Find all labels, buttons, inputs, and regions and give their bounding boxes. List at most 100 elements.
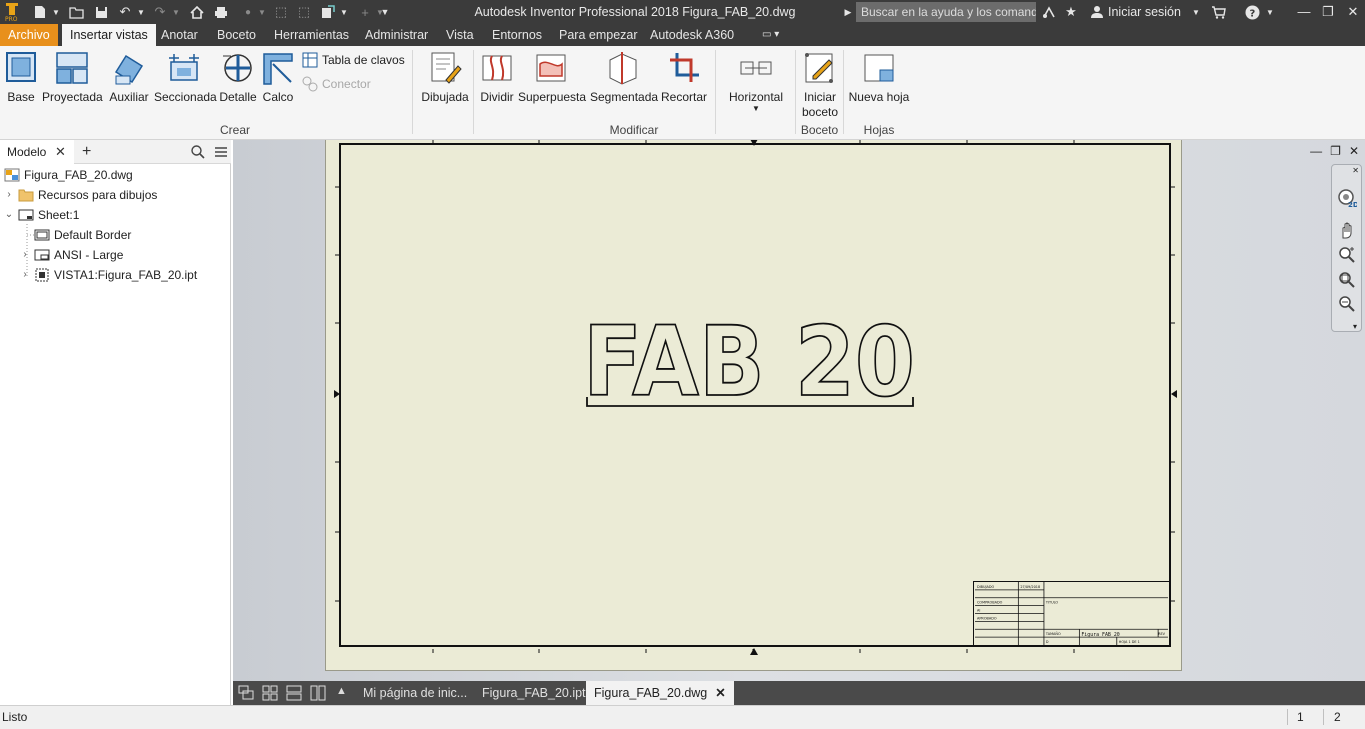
ribbon-separator (795, 50, 796, 134)
tab-manage[interactable]: Administrar (357, 24, 436, 46)
new-dropdown-icon[interactable]: ▼ (50, 3, 62, 21)
break-button[interactable]: Dividir (478, 50, 516, 105)
horizontal-align-button[interactable]: Horizontal ▼ (724, 50, 788, 113)
title-block: DIBUJADO 27/09/2018 COMPROBADO AI APROBA… (973, 581, 1169, 645)
draft-view-button[interactable]: Dibujada (420, 50, 470, 105)
tile-horizontal-icon[interactable] (286, 685, 302, 701)
cascade-windows-icon[interactable] (238, 685, 254, 701)
undo-dropdown-icon[interactable]: ▼ (135, 3, 147, 21)
document-tabs-bar: ▲ Mi página de inic... Figura_FAB_20.ipt… (233, 681, 1365, 705)
tile-vertical-icon[interactable] (310, 685, 326, 701)
break-out-button[interactable]: Superpuesta (518, 50, 586, 105)
close-icon[interactable]: ✕ (1341, 0, 1365, 24)
tab-environments[interactable]: Entornos (484, 24, 550, 46)
detail-view-button[interactable]: Detalle (218, 50, 258, 105)
canvas-close-icon[interactable]: ✕ (1349, 144, 1359, 158)
base-view-button[interactable]: Base (4, 50, 38, 105)
zoom-all-icon[interactable] (1338, 271, 1356, 289)
open-folder-icon[interactable] (66, 3, 86, 21)
doc-tab-ipt[interactable]: Figura_FAB_20.ipt (474, 681, 594, 705)
canvas-minimize-icon[interactable]: — (1310, 144, 1322, 158)
tab-insert-views[interactable]: Insertar vistas (62, 24, 156, 46)
measure-icon[interactable]: ⬚ (271, 3, 291, 21)
signin-dropdown-icon[interactable]: ▼ (1190, 3, 1202, 21)
zoom-icon[interactable] (1338, 246, 1356, 264)
overlay-calco-button[interactable]: Calco (260, 50, 296, 105)
help-dropdown-icon[interactable]: ▼ (1264, 3, 1276, 21)
tree-label: Sheet:1 (38, 208, 80, 222)
start-sketch-button[interactable]: Iniciar boceto (800, 50, 840, 120)
redo-icon[interactable]: ↷ (150, 3, 170, 21)
inventor-logo-icon[interactable]: PRO (4, 2, 20, 22)
home-icon[interactable] (187, 3, 207, 21)
restore-icon[interactable]: ❐ (1316, 0, 1340, 24)
material-icon[interactable]: ● (238, 3, 258, 21)
appearance-icon[interactable]: ⬚ (294, 3, 314, 21)
crop-button[interactable]: Recortar (660, 50, 708, 105)
help-icon[interactable]: ? (1243, 3, 1261, 21)
drawing-view-fab20[interactable]: FAB 20 (581, 315, 921, 410)
binoculars-icon[interactable] (1040, 3, 1058, 21)
hamburger-menu-icon[interactable] (213, 144, 229, 160)
canvas-window-controls: — ❐ ✕ (1310, 144, 1359, 158)
section-view-button[interactable]: Seccionada (154, 50, 217, 105)
tree-item-border[interactable]: Default Border (34, 225, 131, 245)
save-icon[interactable] (91, 3, 111, 21)
tree-item-document[interactable]: Figura_FAB_20.dwg (4, 165, 133, 185)
export-dropdown-icon[interactable]: ▼ (338, 3, 350, 21)
collapse-arrow-icon[interactable]: ⌄ (4, 205, 14, 225)
graphics-canvas[interactable]: FAB 20 DIBUJADO 27/09/2018 COMPROBADO AI… (233, 140, 1365, 681)
add-browser-icon[interactable]: + (82, 140, 91, 164)
close-icon[interactable]: ✕ (55, 140, 66, 164)
tab-get-started[interactable]: Para empezar (551, 24, 646, 46)
border-zone-ticks (334, 140, 1177, 655)
tab-view[interactable]: Vista (438, 24, 482, 46)
tab-sketch[interactable]: Boceto (209, 24, 264, 46)
help-search-input[interactable]: Buscar en la ayuda y los comandos (856, 2, 1036, 22)
doc-tab-home[interactable]: Mi página de inic... (355, 681, 475, 705)
ribbon-display-toggle-icon[interactable]: ▭ ▾ (754, 24, 787, 46)
tree-item-view1[interactable]: › VISTA1:Figura_FAB_20.ipt (20, 265, 197, 285)
tree-item-sheet[interactable]: ⌄ Sheet:1 (4, 205, 80, 225)
redo-dropdown-icon[interactable]: ▼ (170, 3, 182, 21)
close-tab-icon[interactable]: ✕ (715, 686, 725, 700)
store-cart-icon[interactable] (1208, 3, 1228, 21)
slice-icon (609, 52, 637, 85)
tabs-menu-icon[interactable]: ▲ (336, 685, 347, 697)
tree-item-resources[interactable]: › Recursos para dibujos (4, 185, 157, 205)
auxiliary-view-label: Auxiliar (109, 90, 149, 104)
print-icon[interactable] (211, 3, 231, 21)
tab-tools[interactable]: Herramientas (266, 24, 357, 46)
hole-table-button[interactable]: Tabla de clavos (302, 52, 405, 68)
search-expand-icon[interactable]: ▶ (843, 3, 853, 21)
slice-button[interactable]: Segmentada (590, 50, 658, 105)
customize-qat-icon[interactable]: ▼ (378, 3, 392, 21)
material-dropdown-icon[interactable]: ▼ (256, 3, 268, 21)
tab-file[interactable]: Archivo (0, 24, 58, 46)
doc-tab-dwg[interactable]: Figura_FAB_20.dwg ✕ (586, 681, 734, 705)
zoom-window-icon[interactable] (1338, 295, 1356, 313)
tile-windows-icon[interactable] (262, 685, 278, 701)
canvas-restore-icon[interactable]: ❐ (1330, 144, 1341, 158)
export-icon[interactable] (318, 3, 338, 21)
new-file-icon[interactable] (30, 3, 50, 21)
projected-view-button[interactable]: Proyectada (42, 50, 103, 105)
new-sheet-button[interactable]: Nueva hoja (848, 50, 910, 105)
minimize-icon[interactable]: — (1292, 0, 1316, 24)
undo-icon[interactable]: ↶ (115, 3, 135, 21)
tab-a360[interactable]: Autodesk A360 (642, 24, 742, 46)
ribbon-separator (412, 50, 413, 134)
tab-annotate[interactable]: Anotar (153, 24, 206, 46)
navbar-close-icon[interactable]: ✕ (1352, 166, 1359, 175)
auxiliary-view-button[interactable]: Auxiliar (106, 50, 152, 105)
search-icon[interactable] (190, 144, 206, 160)
navbar-options-icon[interactable]: ▾ (1353, 322, 1357, 331)
connector-button[interactable]: Conector (302, 76, 371, 92)
plus-icon[interactable]: + (355, 3, 375, 21)
expand-arrow-icon[interactable]: › (4, 185, 14, 205)
signin-button[interactable]: Iniciar sesión (1090, 0, 1181, 24)
horizontal-dropdown-icon[interactable]: ▼ (724, 105, 788, 113)
steering-wheel-2d-icon[interactable]: 2D (1337, 188, 1357, 208)
favorites-star-icon[interactable]: ★ (1062, 3, 1080, 21)
pan-hand-icon[interactable] (1338, 221, 1356, 239)
